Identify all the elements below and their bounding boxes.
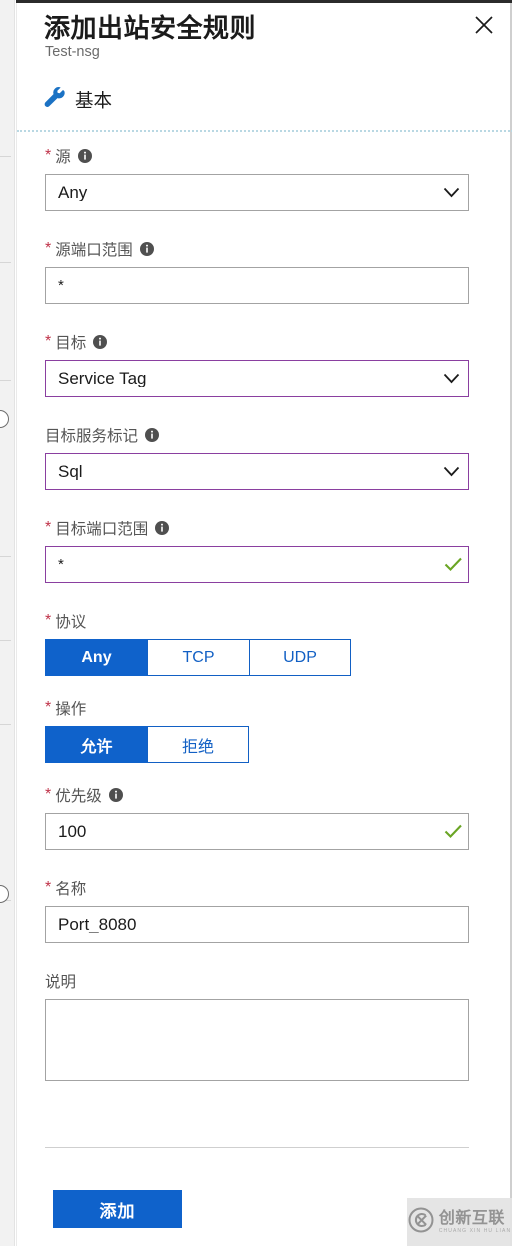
info-icon[interactable]: [93, 335, 108, 349]
info-icon[interactable]: [108, 788, 123, 802]
destination-dropdown[interactable]: Service Tag: [45, 360, 469, 397]
blade-top-edge: [16, 0, 512, 3]
required-asterisk: *: [45, 333, 52, 350]
field-destination-label: * 目标: [45, 331, 469, 353]
chevron-down-icon: [434, 373, 468, 384]
field-priority: * 优先级 100: [45, 784, 469, 850]
check-icon: [438, 824, 468, 839]
required-asterisk: *: [45, 699, 52, 716]
chevron-down-icon: [434, 187, 468, 198]
source-port-ranges-value: *: [58, 278, 64, 293]
label-text: 优先级: [55, 788, 102, 805]
destination-service-tag-dropdown[interactable]: Sql: [45, 453, 469, 490]
required-asterisk: *: [45, 240, 52, 257]
action-toggle-group: 允许 拒绝: [45, 726, 469, 763]
destination-dropdown-value: Service Tag: [58, 370, 147, 387]
protocol-option-udp[interactable]: UDP: [249, 639, 351, 676]
field-name-label: * 名称: [45, 877, 469, 899]
check-icon: [438, 557, 468, 572]
cx-logo-icon: [408, 1207, 434, 1238]
field-destination-port-ranges-label: * 目标端口范围: [45, 517, 469, 539]
label-text: 操作: [55, 701, 87, 718]
underlying-blade-sliver: [0, 0, 15, 1246]
protocol-option-tcp[interactable]: TCP: [147, 639, 249, 676]
add-outbound-security-rule-blade: 添加出站安全规则 Test-nsg 基本 * 源 Any * 源端口范围 * *…: [16, 0, 512, 1246]
underlying-list-divider: [0, 640, 11, 641]
footer-divider: [45, 1147, 469, 1148]
field-priority-label: * 优先级: [45, 784, 469, 806]
field-action-label: * 操作: [45, 697, 469, 719]
info-icon[interactable]: [139, 242, 154, 256]
field-source-port-ranges-label: * 源端口范围: [45, 238, 469, 260]
page-title: 添加出站安全规则: [44, 13, 257, 43]
field-source-port-ranges: * 源端口范围 *: [45, 238, 469, 304]
required-asterisk: *: [45, 147, 52, 164]
destination-service-tag-value: Sql: [58, 463, 83, 480]
field-source: * 源 Any: [45, 145, 469, 211]
required-asterisk: *: [45, 879, 52, 896]
field-destination-port-ranges: * 目标端口范围 *: [45, 517, 469, 583]
label-text: 目标: [55, 335, 87, 352]
action-option-deny[interactable]: 拒绝: [147, 726, 249, 763]
wrench-icon: [44, 86, 66, 113]
required-asterisk: *: [45, 612, 52, 629]
priority-input[interactable]: 100: [45, 813, 469, 850]
info-icon[interactable]: [145, 428, 160, 442]
protocol-option-any[interactable]: Any: [45, 639, 147, 676]
field-protocol: * 协议 Any TCP UDP: [45, 610, 469, 676]
underlying-list-divider: [0, 156, 11, 157]
info-icon[interactable]: [155, 521, 170, 535]
destination-port-ranges-input[interactable]: *: [45, 546, 469, 583]
field-description-label: 说明: [45, 970, 469, 992]
underlying-list-divider: [0, 380, 11, 381]
priority-value: 100: [58, 823, 87, 840]
destination-port-ranges-value: *: [58, 557, 64, 572]
watermark-cn: 创新互联: [438, 1209, 505, 1227]
field-destination-service-tag-label: 目标服务标记: [45, 424, 469, 446]
field-destination: * 目标 Service Tag: [45, 331, 469, 397]
underlying-list-divider: [0, 556, 11, 557]
watermark-en: CHUANG XIN HU LIAN: [438, 1227, 512, 1234]
label-text: 源端口范围: [55, 242, 133, 259]
field-action: * 操作 允许 拒绝: [45, 697, 469, 763]
label-text: 协议: [55, 614, 87, 631]
name-value: Port_8080: [58, 916, 137, 933]
required-asterisk: *: [45, 519, 52, 536]
label-text: 源: [55, 149, 71, 166]
source-dropdown-value: Any: [58, 184, 88, 201]
protocol-toggle-group: Any TCP UDP: [45, 639, 469, 676]
field-protocol-label: * 协议: [45, 610, 469, 632]
label-text: 名称: [55, 881, 87, 898]
tab-basics-label: 基本: [75, 89, 113, 111]
page-subtitle: Test-nsg: [45, 44, 100, 60]
source-port-ranges-input[interactable]: *: [45, 267, 469, 304]
field-source-label: * 源: [45, 145, 469, 167]
close-icon: [473, 14, 495, 36]
label-text: 目标端口范围: [55, 521, 149, 538]
section-divider: [17, 130, 512, 132]
description-textarea[interactable]: [45, 999, 469, 1081]
description-value: [46, 1000, 468, 1008]
field-name: * 名称 Port_8080: [45, 877, 469, 943]
field-description: 说明: [45, 970, 469, 1081]
required-asterisk: *: [45, 786, 52, 803]
field-destination-service-tag: 目标服务标记 Sql: [45, 424, 469, 490]
tab-basics[interactable]: 基本: [44, 86, 112, 113]
watermark: 创新互联 CHUANG XIN HU LIAN: [407, 1198, 512, 1246]
close-button[interactable]: [467, 8, 501, 42]
name-input[interactable]: Port_8080: [45, 906, 469, 943]
label-text: 说明: [45, 974, 77, 991]
source-dropdown[interactable]: Any: [45, 174, 469, 211]
action-option-allow[interactable]: 允许: [45, 726, 147, 763]
label-text: 目标服务标记: [45, 428, 139, 445]
underlying-list-divider: [0, 262, 11, 263]
screen: 添加出站安全规则 Test-nsg 基本 * 源 Any * 源端口范围 * *…: [0, 0, 512, 1246]
info-icon[interactable]: [77, 149, 92, 163]
watermark-texts: 创新互联 CHUANG XIN HU LIAN: [438, 1209, 512, 1234]
add-button[interactable]: 添加: [53, 1190, 182, 1228]
chevron-down-icon: [434, 466, 468, 477]
underlying-list-divider: [0, 724, 11, 725]
